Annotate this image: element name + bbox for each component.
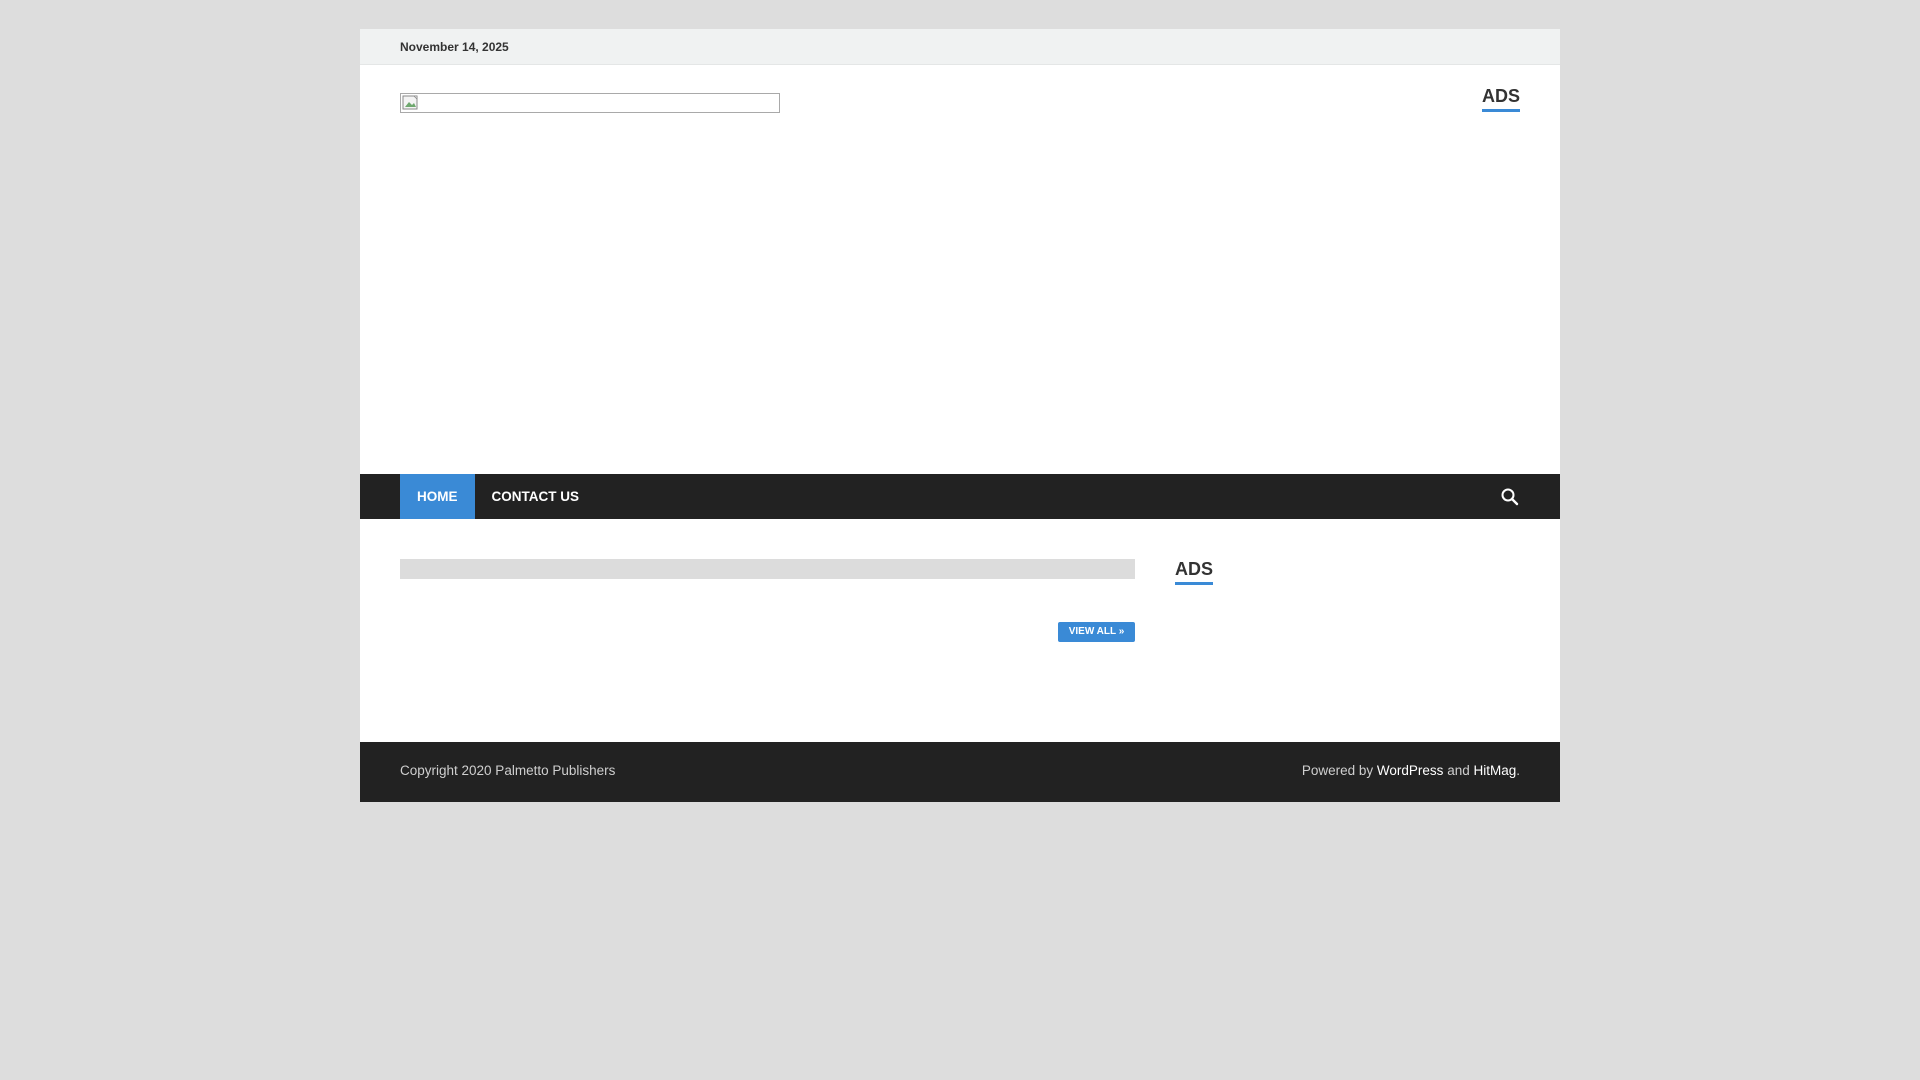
hitmag-link[interactable]: HitMag (1473, 763, 1516, 778)
wordpress-link[interactable]: WordPress (1377, 763, 1444, 778)
site-container: November 14, 2025 ADS HOME CONTACT US VI… (360, 29, 1560, 802)
powered-by-prefix: Powered by (1301, 763, 1377, 778)
site-logo-image[interactable] (400, 93, 780, 113)
main-content: VIEW ALL » ADS (360, 519, 1560, 742)
section-heading-placeholder (400, 559, 1135, 579)
and-text: and (1443, 763, 1474, 778)
powered-by: Powered by WordPress and HitMag. (1302, 763, 1520, 778)
view-all-button[interactable]: VIEW ALL » (1058, 622, 1135, 642)
nav-item-home[interactable]: HOME (400, 474, 475, 519)
copyright-text: Copyright 2020 Palmetto Publishers (400, 763, 616, 778)
nav-menu: HOME CONTACT US (400, 474, 596, 519)
site-footer: Copyright 2020 Palmetto Publishers Power… (360, 742, 1560, 802)
header-ads-heading: ADS (1481, 86, 1520, 112)
main-navigation: HOME CONTACT US (360, 474, 1560, 519)
broken-image-icon (402, 95, 418, 110)
site-header: ADS (360, 65, 1560, 474)
nav-item-contact-us[interactable]: CONTACT US (475, 474, 597, 519)
period-text: . (1516, 763, 1520, 778)
current-date: November 14, 2025 (400, 40, 509, 54)
top-bar: November 14, 2025 (360, 29, 1560, 65)
search-icon[interactable] (1500, 487, 1520, 507)
sidebar-ads-heading: ADS (1175, 559, 1214, 585)
